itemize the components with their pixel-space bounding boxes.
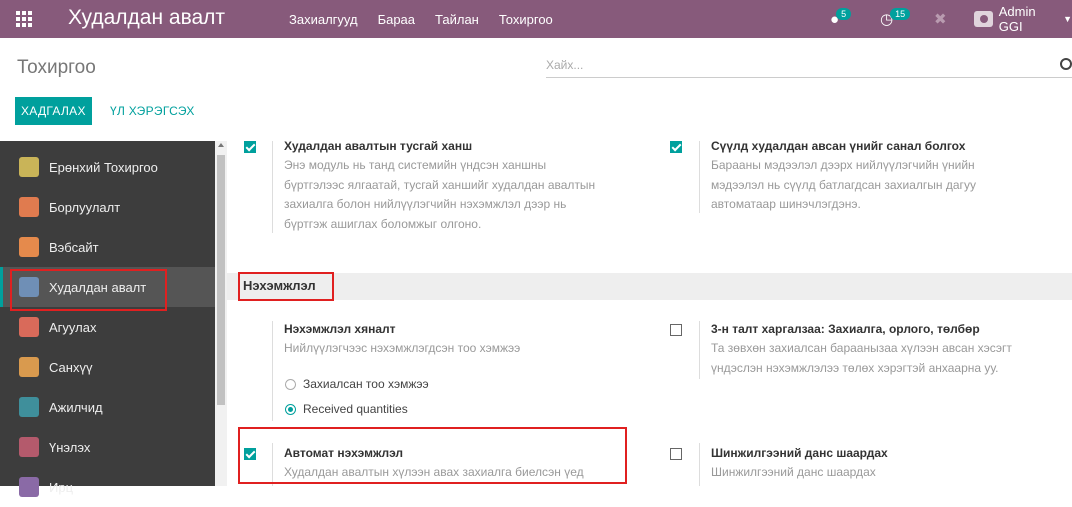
desc-line: мэдээлэл нь сүүлд батлагдсан захиалгын д… [711, 177, 976, 192]
menu-reporting[interactable]: Тайлан [435, 12, 479, 27]
save-button[interactable]: ХАДГАЛАХ [15, 97, 92, 125]
menu-products[interactable]: Бараа [378, 12, 415, 27]
highlight-box [238, 427, 627, 484]
debug-button[interactable]: ✖ [934, 0, 947, 38]
bug-icon: ✖ [934, 11, 947, 28]
divider [699, 443, 700, 486]
radio-button[interactable] [285, 378, 296, 390]
setting-analytic-account: Шинжилгээний данс шаардах Шинжилгээний д… [711, 446, 1066, 483]
user-name: Admin GGI [998, 4, 1036, 34]
messages-badge: 5 [836, 8, 852, 20]
messages-button[interactable]: ● 5 [830, 0, 852, 38]
activities-badge: 15 [890, 8, 911, 20]
chart-icon [19, 197, 39, 217]
divider [272, 321, 273, 421]
sidebar-item-website[interactable]: Вэбсайт [0, 227, 215, 267]
desc-line: Та зөвхөн захиалсан бараанызаа хүлээн ав… [711, 341, 1012, 355]
vendor-pricelist-checkbox[interactable] [244, 141, 256, 153]
user-menu[interactable]: Admin GGI ▼ [974, 0, 1072, 38]
radio-label: Захиалсан тоо хэмжээ [303, 377, 429, 391]
sidebar-item-label: Ирц [49, 479, 74, 495]
sidebar-item-sales[interactable]: Борлуулалт [0, 187, 215, 227]
setting-description: Та зөвхөн захиалсан бараанызаа хүлээн ав… [711, 339, 1066, 378]
apps-menu-icon[interactable] [16, 11, 32, 27]
radio-ordered-quantities[interactable]: Захиалсан тоо хэмжээ [285, 377, 429, 391]
sidebar-item-general[interactable]: Ерөнхий Тохиргоо [0, 147, 215, 187]
activities-button[interactable]: ◷ 15 [880, 0, 911, 38]
desc-line: автоматаар шинэчлэгдэнэ. [711, 197, 861, 211]
section-header [227, 273, 1072, 300]
setting-description: Барааны мэдээлэл дээрх нийлүүлэгчийн үни… [711, 156, 1061, 215]
main-menu: Захиалгууд Бараа Тайлан Тохиргоо [289, 12, 573, 27]
setting-description: Энэ модуль нь танд системийн үндсэн ханш… [284, 156, 654, 234]
star-icon [19, 437, 39, 457]
sidebar-scrollbar[interactable] [215, 141, 227, 486]
sidebar-item-label: Вэбсайт [49, 239, 99, 255]
setting-title: Худалдан авалтын тусгай ханш [284, 141, 473, 153]
desc-line: үндэслэн нэхэмжлэлээ төлөх хэрэгтэй анха… [711, 360, 999, 375]
sidebar-item-inventory[interactable]: Агуулах [0, 307, 215, 347]
divider [699, 321, 700, 379]
sidebar-item-label: Борлуулалт [49, 199, 121, 215]
radio-received-quantities[interactable]: Received quantities [285, 402, 408, 416]
setting-bill-control: Нэхэмжлэл хяналт Нийлүүлэгчээс нэхэмжлэг… [284, 322, 654, 359]
setting-title: Нэхэмжлэл хяналт [284, 322, 396, 336]
page-title: Тохиргоо [17, 57, 96, 78]
boxes-icon [19, 317, 39, 337]
highlight-box [238, 272, 334, 301]
search-placeholder: Хайх... [546, 58, 584, 72]
setting-last-price: Сүүлд худалдан авсан үнийг санал болгох … [711, 141, 1061, 215]
analytic-account-checkbox[interactable] [670, 448, 682, 460]
gear-icon [19, 157, 39, 177]
setting-three-way-matching: 3-н талт харгалзаа: Захиалга, орлого, тө… [711, 322, 1066, 378]
divider [272, 141, 273, 233]
sidebar-item-label: Санхүү [49, 359, 93, 375]
sidebar-item-accounting[interactable]: Санхүү [0, 347, 215, 387]
desc-line: бүртгэж ашиглах боломжыг олгоно. [284, 216, 482, 231]
people-icon [19, 397, 39, 417]
setting-title: Шинжилгээний данс шаардах [711, 446, 888, 460]
desc-line: Барааны мэдээлэл дээрх нийлүүлэгчийн үни… [711, 158, 975, 172]
setting-title: 3-н талт харгалзаа: Захиалга, орлого, тө… [711, 322, 980, 336]
top-navbar: Худалдан авалт Захиалгууд Бараа Тайлан Т… [0, 0, 1072, 38]
globe-icon [19, 237, 39, 257]
chevron-down-icon: ▼ [1063, 14, 1072, 24]
desc-line: захиалга болон нийлүүлэгчийн нэхэмжлэл д… [284, 197, 567, 211]
dollar-icon [19, 357, 39, 377]
setting-title: Сүүлд худалдан авсан үнийг санал болгох [711, 141, 966, 153]
setting-description: Нийлүүлэгчээс нэхэмжлэгдсэн тоо хэмжээ [284, 341, 521, 355]
discard-button[interactable]: ҮЛ ХЭРЭГСЭХ [110, 97, 195, 125]
sidebar-item-label: Агуулах [49, 319, 97, 335]
sidebar-item-attendance[interactable]: Ирц [0, 467, 215, 507]
app-brand: Худалдан авалт [68, 6, 226, 29]
divider [699, 141, 700, 213]
three-way-matching-checkbox[interactable] [670, 324, 682, 336]
avatar [974, 11, 993, 27]
scrollbar-thumb[interactable] [217, 155, 225, 405]
menu-orders[interactable]: Захиалгууд [289, 12, 358, 27]
desc-line: бүртгэлээс ялгаатай, тусгай ханшийг худа… [284, 177, 596, 192]
highlight-box [10, 269, 167, 311]
clock-icon [19, 477, 39, 497]
last-price-checkbox[interactable] [670, 141, 682, 153]
setting-vendor-pricelist: Худалдан авалтын тусгай ханш Энэ модуль … [284, 141, 654, 234]
radio-label: Received quantities [303, 402, 408, 416]
sidebar-item-label: Ажилчид [49, 399, 103, 415]
search-icon[interactable] [1060, 58, 1072, 70]
sidebar-item-appraisal[interactable]: Үнэлэх [0, 427, 215, 467]
scroll-up-icon[interactable] [218, 143, 224, 147]
settings-sidebar: Ерөнхий Тохиргоо Борлуулалт Вэбсайт Худа… [0, 141, 215, 497]
desc-line: Энэ модуль нь танд системийн үндсэн ханш… [284, 158, 547, 172]
setting-description: Шинжилгээний данс шаардах [711, 465, 876, 479]
radio-button[interactable] [285, 403, 296, 415]
sidebar-item-label: Ерөнхий Тохиргоо [49, 159, 158, 175]
sidebar-item-label: Үнэлэх [49, 439, 91, 455]
menu-configuration[interactable]: Тохиргоо [499, 12, 553, 27]
sidebar-item-employees[interactable]: Ажилчид [0, 387, 215, 427]
search-input[interactable]: Хайх... [546, 54, 1072, 78]
